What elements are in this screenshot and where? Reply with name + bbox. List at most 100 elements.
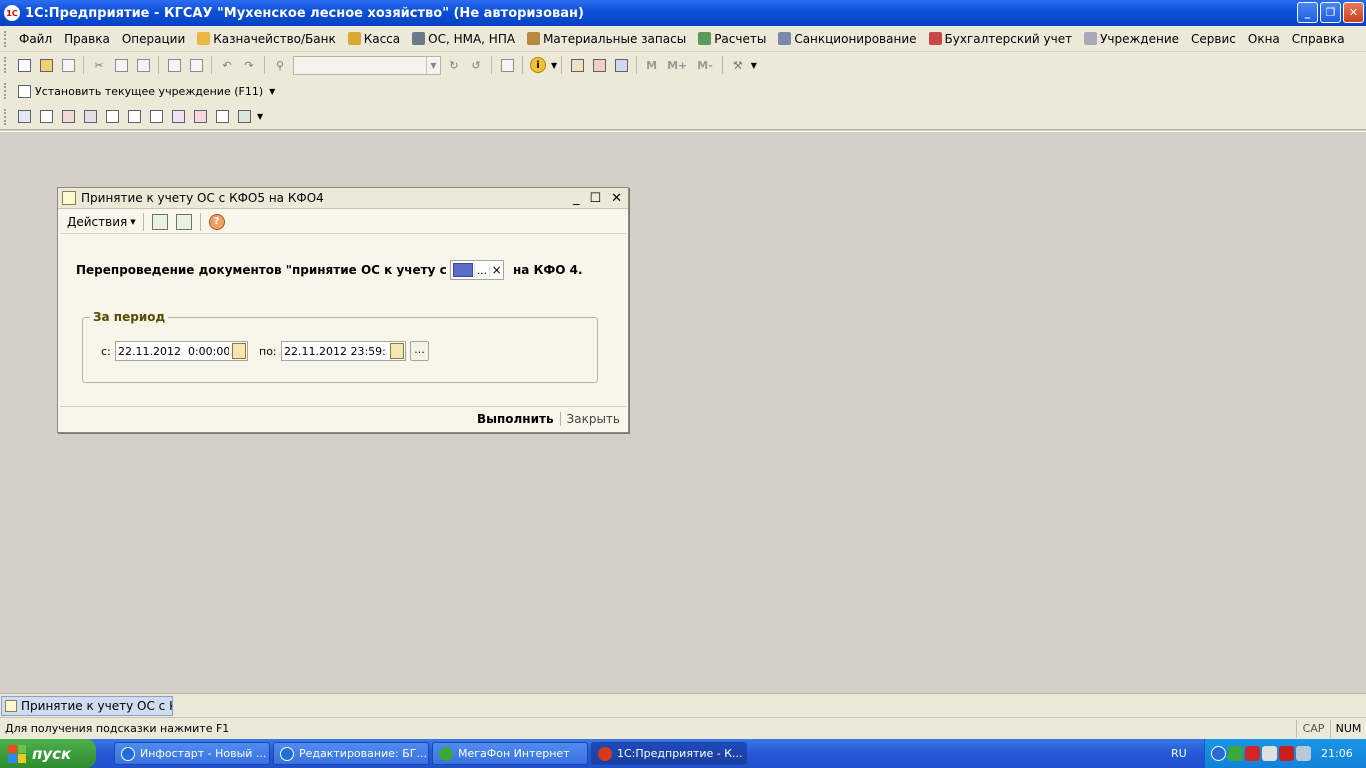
menu-help[interactable]: Справка xyxy=(1286,32,1351,46)
document-chart-icon[interactable] xyxy=(235,108,253,126)
calendar-icon[interactable] xyxy=(590,56,608,74)
dialog-minimize-button[interactable]: _ xyxy=(573,191,580,206)
save-icon[interactable] xyxy=(59,56,77,74)
calculator-icon[interactable] xyxy=(568,56,586,74)
document-transfer-icon[interactable] xyxy=(169,108,187,126)
network-icon[interactable] xyxy=(1228,746,1243,761)
menu-edit[interactable]: Правка xyxy=(58,32,116,46)
print-preview-icon[interactable] xyxy=(187,56,205,74)
kfo-clear-button[interactable]: × xyxy=(489,263,503,277)
close-dialog-button[interactable]: Закрыть xyxy=(561,412,626,426)
memory-m-button[interactable]: M xyxy=(646,59,657,72)
kfo-transfer-dialog: Принятие к учету ОС с КФО5 на КФО4 _ ☐ ✕… xyxy=(57,187,629,433)
find-previous-icon[interactable]: ↺ xyxy=(467,56,485,74)
import-settings-icon[interactable] xyxy=(151,213,168,230)
restore-button[interactable]: ❐ xyxy=(1320,2,1341,23)
export-settings-icon[interactable] xyxy=(175,213,192,230)
document-report-icon[interactable] xyxy=(125,108,143,126)
menu-institution[interactable]: Учреждение xyxy=(1078,32,1185,46)
minimize-button[interactable]: _ xyxy=(1297,2,1318,23)
toolbar-grip[interactable] xyxy=(4,83,7,99)
find-next-icon[interactable]: ↻ xyxy=(445,56,463,74)
memory-minus-button[interactable]: M- xyxy=(697,59,713,72)
toolbar-separator xyxy=(721,56,723,74)
search-icon[interactable]: ⚲ xyxy=(271,56,289,74)
dialog-close-button[interactable]: ✕ xyxy=(611,191,622,206)
print-icon[interactable] xyxy=(165,56,183,74)
institution-dropdown-icon[interactable]: ▼ xyxy=(269,87,275,96)
task-editing[interactable]: Редактирование: БГ... xyxy=(273,742,429,765)
search-combo[interactable]: ▼ xyxy=(293,55,441,75)
documents-dropdown-icon[interactable]: ▼ xyxy=(257,112,263,121)
cut-icon[interactable]: ✂ xyxy=(90,56,108,74)
windows-list-icon[interactable] xyxy=(498,56,516,74)
users-icon[interactable] xyxy=(612,56,630,74)
memory-plus-button[interactable]: M+ xyxy=(667,59,687,72)
menu-assets[interactable]: ОС, НМА, НПА xyxy=(406,32,521,46)
tools-icon[interactable]: ⚒ xyxy=(729,56,747,74)
calendar-icon[interactable] xyxy=(232,343,246,359)
document-refresh-icon[interactable] xyxy=(59,108,77,126)
period-to-input[interactable] xyxy=(281,341,406,361)
open-folder-icon[interactable] xyxy=(37,56,55,74)
menu-windows[interactable]: Окна xyxy=(1242,32,1286,46)
calendar-icon[interactable] xyxy=(390,343,404,359)
toolbar-grip[interactable] xyxy=(4,108,7,125)
period-select-button[interactable]: ... xyxy=(410,341,429,361)
document-audit-icon[interactable] xyxy=(213,108,231,126)
menu-settlements[interactable]: Расчеты xyxy=(692,32,772,46)
menu-file[interactable]: Файл xyxy=(13,32,58,46)
tools-dropdown-icon[interactable]: ▼ xyxy=(751,61,757,70)
toolbar-separator xyxy=(83,56,84,74)
menu-sanctioning[interactable]: Санкционирование xyxy=(772,32,922,46)
actions-menu-button[interactable]: Действия ▼ xyxy=(64,215,139,229)
menu-operations[interactable]: Операции xyxy=(116,32,191,46)
menu-treasury[interactable]: Казначейство/Банк xyxy=(191,32,341,46)
document-post-icon[interactable] xyxy=(191,108,209,126)
document-users-icon[interactable] xyxy=(81,108,99,126)
menu-cash[interactable]: Касса xyxy=(342,32,406,46)
window-tab[interactable]: Принятие к учету ОС с КФ... xyxy=(1,696,173,716)
printer-icon[interactable] xyxy=(1262,746,1277,761)
paste-icon[interactable] xyxy=(134,56,152,74)
task-megafon[interactable]: МегаФон Интернет xyxy=(432,742,588,765)
dialog-titlebar[interactable]: Принятие к учету ОС с КФО5 на КФО4 _ ☐ ✕ xyxy=(58,188,628,209)
menu-grip[interactable] xyxy=(4,30,7,47)
tray-arrow-icon[interactable] xyxy=(1211,746,1226,761)
set-institution-button[interactable]: Установить текущее учреждение (F11) xyxy=(35,85,263,98)
start-button[interactable]: пуск xyxy=(0,739,96,768)
help-icon[interactable]: ? xyxy=(208,213,225,230)
kfo-select-button[interactable]: ... xyxy=(473,263,490,277)
security-icon[interactable] xyxy=(1279,746,1294,761)
document-table-icon[interactable] xyxy=(103,108,121,126)
ie-icon xyxy=(280,746,294,761)
document-journal-icon[interactable] xyxy=(15,108,33,126)
menu-service[interactable]: Сервис xyxy=(1185,32,1242,46)
language-indicator[interactable]: RU xyxy=(1171,747,1187,760)
document-list-icon[interactable] xyxy=(37,108,55,126)
info-dropdown-icon[interactable]: ▼ xyxy=(551,61,557,70)
app-titlebar[interactable]: 1С 1С:Предприятие - КГСАУ "Мухенское лес… xyxy=(0,0,1366,26)
kfo-source-field[interactable]: ... × xyxy=(450,260,504,280)
menu-accounting[interactable]: Бухгалтерский учет xyxy=(923,32,1079,46)
kfo-value-swatch[interactable] xyxy=(453,263,473,277)
window-controls: _ ❐ ✕ xyxy=(1297,2,1364,23)
redo-icon[interactable]: ↷ xyxy=(240,56,258,74)
menu-materials[interactable]: Материальные запасы xyxy=(521,32,692,46)
task-infostart[interactable]: Инфостарт - Новый ... xyxy=(114,742,270,765)
antivirus-icon[interactable] xyxy=(1245,746,1260,761)
volume-icon[interactable] xyxy=(1296,746,1311,761)
copy-icon[interactable] xyxy=(112,56,130,74)
info-button[interactable]: i xyxy=(529,56,547,74)
execute-button[interactable]: Выполнить xyxy=(471,412,560,426)
chevron-down-icon[interactable]: ▼ xyxy=(426,56,440,74)
period-from-input[interactable] xyxy=(115,341,248,361)
undo-icon[interactable]: ↶ xyxy=(218,56,236,74)
close-button[interactable]: ✕ xyxy=(1343,2,1364,23)
new-document-icon[interactable] xyxy=(15,56,33,74)
task-1c[interactable]: 1С:Предприятие - К... xyxy=(591,742,747,765)
dialog-maximize-button[interactable]: ☐ xyxy=(589,191,601,206)
document-copy-icon[interactable] xyxy=(147,108,165,126)
toolbar-grip[interactable] xyxy=(4,57,7,73)
accounting-icon xyxy=(928,32,942,45)
